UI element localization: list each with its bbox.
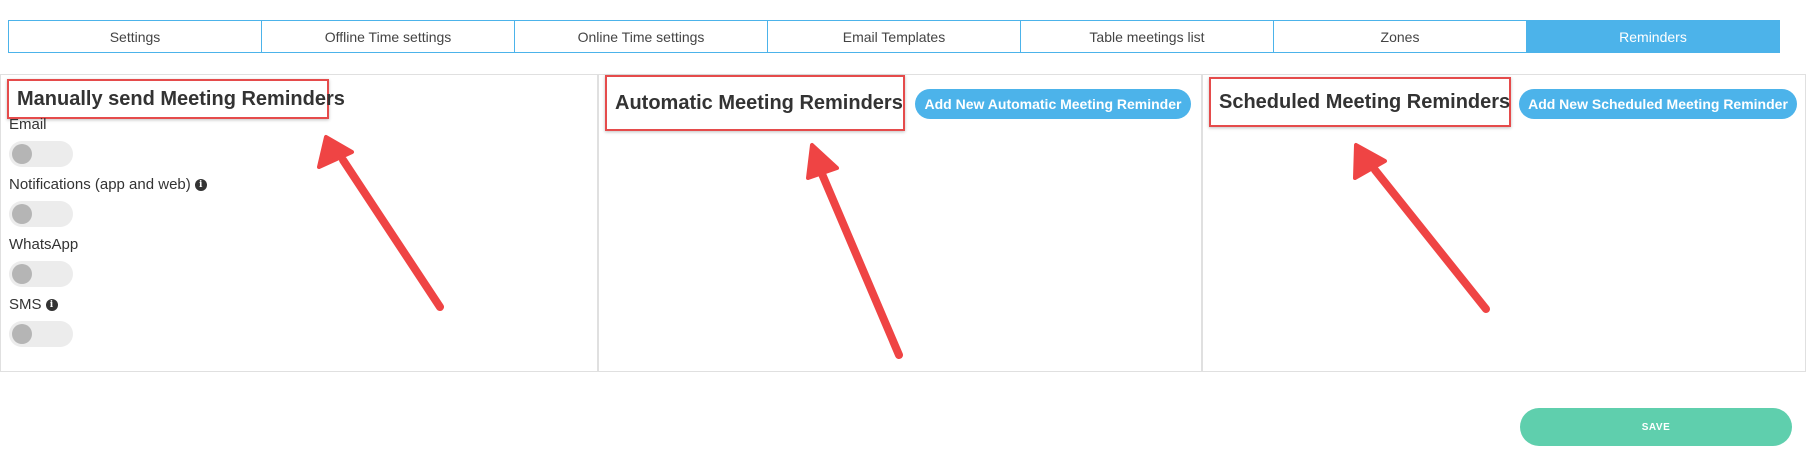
tab-settings[interactable]: Settings — [9, 21, 262, 52]
tab-offline-time-settings[interactable]: Offline Time settings — [262, 21, 515, 52]
automatic-reminders-panel: Automatic Meeting Reminders Add New Auto… — [598, 74, 1202, 372]
notifications-option-label: Notifications (app and web) i — [9, 176, 207, 193]
sms-toggle[interactable] — [9, 321, 73, 347]
manual-reminders-panel: Manually send Meeting Reminders Email No… — [0, 74, 598, 372]
tab-reminders[interactable]: Reminders — [1527, 21, 1779, 52]
info-icon[interactable]: i — [194, 178, 207, 191]
scheduled-reminders-title: Scheduled Meeting Reminders — [1219, 90, 1511, 113]
settings-tabs: Settings Offline Time settings Online Ti… — [8, 20, 1780, 53]
tab-online-time-settings[interactable]: Online Time settings — [515, 21, 768, 52]
toggle-knob — [12, 144, 32, 164]
scheduled-title-highlight: Scheduled Meeting Reminders — [1209, 77, 1511, 127]
whatsapp-label-text: WhatsApp — [9, 236, 79, 253]
manual-title-highlight: Manually send Meeting Reminders — [7, 79, 345, 119]
email-toggle[interactable] — [9, 141, 73, 167]
toggle-knob — [12, 264, 32, 284]
notifications-toggle[interactable] — [9, 201, 73, 227]
tab-table-meetings-list[interactable]: Table meetings list — [1021, 21, 1274, 52]
add-automatic-reminder-button[interactable]: Add New Automatic Meeting Reminder — [915, 89, 1191, 119]
tab-zones[interactable]: Zones — [1274, 21, 1527, 52]
manual-reminders-title: Manually send Meeting Reminders — [17, 87, 345, 110]
notifications-label-text: Notifications (app and web) — [9, 176, 191, 193]
toggle-knob — [12, 204, 32, 224]
info-icon[interactable]: i — [45, 298, 58, 311]
email-label-text: Email — [9, 116, 47, 133]
add-scheduled-reminder-button[interactable]: Add New Scheduled Meeting Reminder — [1519, 89, 1797, 119]
tab-email-templates[interactable]: Email Templates — [768, 21, 1021, 52]
toggle-knob — [12, 324, 32, 344]
automatic-reminders-title: Automatic Meeting Reminders — [615, 91, 903, 114]
sms-label-text: SMS — [9, 296, 42, 313]
whatsapp-option-label: WhatsApp — [9, 236, 78, 253]
save-button[interactable]: SAVE — [1520, 408, 1792, 446]
sms-option-label: SMS i — [9, 296, 58, 313]
automatic-title-highlight: Automatic Meeting Reminders — [605, 75, 905, 131]
scheduled-reminders-panel: Scheduled Meeting Reminders Add New Sche… — [1202, 74, 1806, 372]
whatsapp-toggle[interactable] — [9, 261, 73, 287]
email-option-label: Email — [9, 116, 47, 133]
